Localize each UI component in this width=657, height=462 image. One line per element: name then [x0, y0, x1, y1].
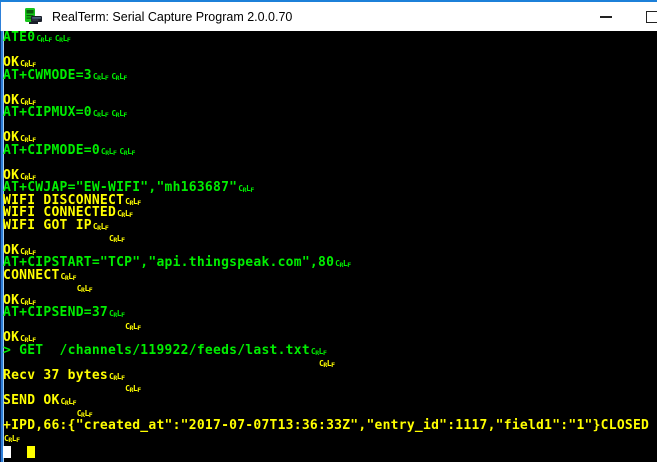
terminal-line: CRLF: [3, 232, 653, 245]
terminal-line: AT+CIPSTART="TCP","api.thingspeak.com",8…: [3, 257, 653, 270]
crlf-control-icon: CRLF: [93, 70, 109, 84]
cursor-block-yellow: [27, 446, 35, 458]
crlf-control-icon: CRLF: [117, 207, 133, 221]
titlebar[interactable]: RealTerm: Serial Capture Program 2.0.0.7…: [0, 2, 657, 31]
rx-text: [3, 318, 124, 333]
terminal-output: ATE0CRLFCRLFOKCRLFAT+CWMODE=3CRLFCRLFOKC…: [3, 32, 653, 457]
terminal-line: +IPD,66:{"created_at":"2017-07-07T13:36:…: [3, 420, 653, 433]
crlf-control-icon: CRLF: [319, 357, 335, 371]
terminal-line: [3, 82, 653, 95]
crlf-control-icon: CRLF: [125, 320, 141, 334]
terminal-line: [3, 120, 653, 133]
rx-text: [11, 443, 27, 458]
cursor-block-white: [3, 446, 11, 458]
terminal-line: CONNECTCRLF: [3, 270, 653, 283]
terminal-line: ATE0CRLFCRLF: [3, 32, 653, 45]
terminal-line: AT+CWMODE=3CRLFCRLF: [3, 70, 653, 83]
crlf-control-icon: CRLF: [111, 70, 127, 84]
terminal-line: OKCRLF: [3, 57, 653, 70]
crlf-control-icon: CRLF: [111, 107, 127, 121]
terminal-screen[interactable]: ATE0CRLFCRLFOKCRLFAT+CWMODE=3CRLFCRLFOKC…: [0, 31, 657, 462]
realterm-app-icon: [24, 7, 43, 26]
terminal-line: [3, 157, 653, 170]
terminal-line: OKCRLF: [3, 132, 653, 145]
crlf-control-icon: CRLF: [4, 432, 20, 446]
crlf-control-icon: CRLF: [55, 32, 71, 46]
tx-text: ATE0: [3, 30, 35, 45]
terminal-line: WIFI GOT IPCRLF: [3, 220, 653, 233]
tx-text: AT+CIPMODE=0: [3, 143, 100, 158]
terminal-line: CRLF: [3, 432, 653, 445]
crlf-control-icon: CRLF: [101, 145, 117, 159]
crlf-control-icon: CRLF: [93, 107, 109, 121]
terminal-line: AT+CIPMODE=0CRLFCRLF: [3, 145, 653, 158]
window-title: RealTerm: Serial Capture Program 2.0.0.7…: [52, 10, 292, 24]
terminal-line: [3, 45, 653, 58]
crlf-control-icon: CRLF: [125, 195, 141, 209]
terminal-line: CRLF: [3, 382, 653, 395]
minimize-button[interactable]: [589, 2, 623, 31]
crlf-control-icon: CRLF: [109, 232, 125, 246]
rx-text: +IPD,66:{"created_at":"2017-07-07T13:36:…: [3, 418, 649, 433]
terminal-line: SEND OKCRLF: [3, 395, 653, 408]
terminal-line: CRLF: [3, 320, 653, 333]
crlf-control-icon: CRLF: [36, 32, 52, 46]
terminal-line: [3, 445, 653, 458]
crlf-control-icon: CRLF: [125, 382, 141, 396]
maximize-button[interactable]: [635, 2, 657, 31]
realterm-window: RealTerm: Serial Capture Program 2.0.0.7…: [0, 0, 657, 462]
crlf-control-icon: CRLF: [77, 282, 93, 296]
tx-text: AT+CIPMUX=0: [3, 105, 92, 120]
terminal-line: CRLF: [3, 282, 653, 295]
crlf-control-icon: CRLF: [238, 182, 254, 196]
minimize-icon: [600, 16, 612, 18]
crlf-control-icon: CRLF: [119, 145, 135, 159]
tx-text: AT+CWMODE=3: [3, 68, 92, 83]
maximize-icon: [646, 11, 657, 23]
terminal-line: AT+CIPMUX=0CRLFCRLF: [3, 107, 653, 120]
terminal-line: WIFI CONNECTEDCRLF: [3, 207, 653, 220]
crlf-control-icon: CRLF: [335, 257, 351, 271]
terminal-line: OKCRLF: [3, 95, 653, 108]
